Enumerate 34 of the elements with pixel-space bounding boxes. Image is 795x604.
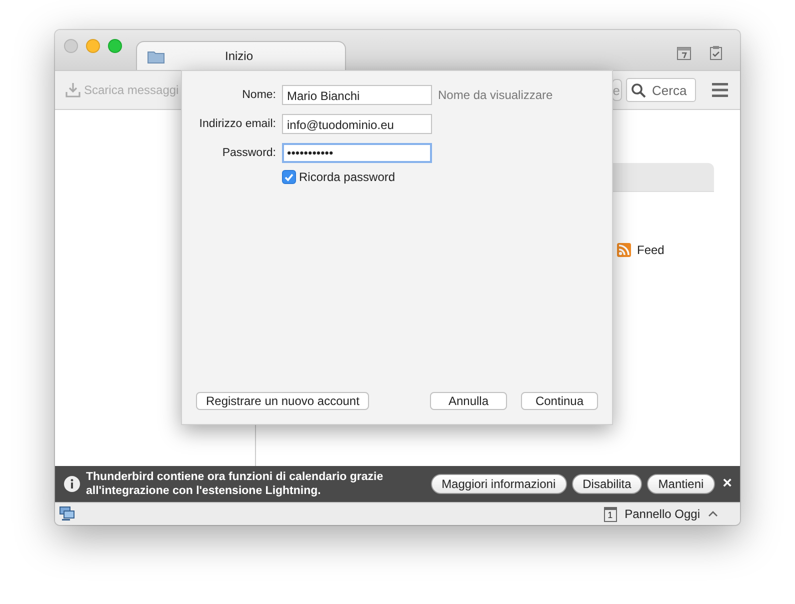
rss-icon (617, 243, 631, 257)
search-field[interactable]: Cerca (626, 78, 696, 102)
checkbox[interactable] (282, 170, 296, 184)
register-button[interactable]: Registrare un nuovo account (196, 392, 370, 410)
calendar-icon[interactable] (676, 45, 692, 61)
field-note: Nome da visualizzare (438, 88, 554, 102)
close-button[interactable]: × (720, 475, 734, 493)
zoom-button[interactable] (108, 39, 122, 53)
search-icon (631, 82, 646, 98)
caret-icon (708, 510, 718, 518)
calendar-icon: 1 (604, 506, 617, 522)
info-icon (64, 476, 80, 492)
dialog-button[interactable]: Continua (521, 392, 598, 410)
input-field[interactable]: info@tuodominio.eu (282, 114, 432, 134)
folder-icon (147, 48, 165, 64)
input-field[interactable]: Mario Bianchi (282, 85, 432, 105)
field-label: Nome: (241, 89, 276, 101)
menu-icon[interactable] (712, 82, 728, 98)
notification-button[interactable]: Disabilita (572, 474, 642, 494)
network-icon[interactable] (59, 506, 75, 522)
feed-link[interactable]: Feed (637, 243, 664, 257)
today-pane-button[interactable]: 1 Pannello Oggi (604, 506, 718, 522)
checkbox-label: Ricorda password (299, 170, 396, 184)
field-label: Indirizzo email: (198, 118, 276, 130)
field-label: Password: (221, 147, 276, 159)
checkmark-icon (283, 171, 295, 183)
download-icon (65, 82, 81, 98)
dialog-button[interactable]: Annulla (430, 392, 507, 410)
notification-button[interactable]: Maggiori informazioni (430, 474, 567, 494)
input-field[interactable]: ••••••••••• (282, 143, 432, 163)
notification-button[interactable]: Mantieni (647, 474, 715, 494)
notification-message: Thunderbird contiene ora funzioni di calendario grazie all'integrazione con l'estensione Lightning. (86, 470, 384, 498)
task-icon[interactable] (708, 45, 724, 61)
tab[interactable]: Inizio (136, 41, 346, 70)
